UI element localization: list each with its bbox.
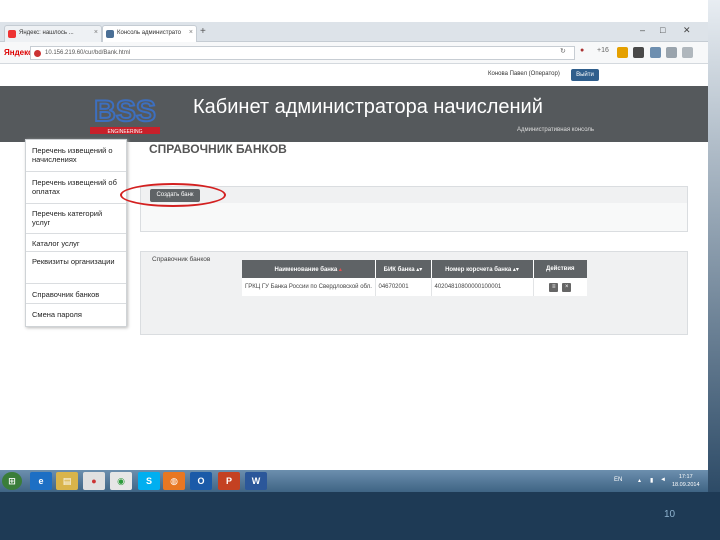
tab-label: Яндекс: нашлось ... bbox=[19, 30, 74, 36]
tab-bar: Яндекс: нашлось ... × Консоль администра… bbox=[0, 22, 708, 42]
downloads-icon[interactable] bbox=[650, 47, 661, 58]
table-header-row: Наименование банка ▴ БИК банка ▴▾ Номер … bbox=[242, 260, 587, 278]
svg-text:ENGINEERING: ENGINEERING bbox=[107, 129, 142, 135]
speed-counter[interactable]: +16 bbox=[597, 47, 609, 54]
bss-logo: BSS ENGINEERING bbox=[86, 91, 164, 135]
row-actions-cell: ≡ × bbox=[533, 278, 587, 296]
minimize-icon[interactable]: – bbox=[640, 25, 645, 35]
page-icon bbox=[106, 30, 114, 38]
powerpoint-icon[interactable]: P bbox=[218, 472, 240, 490]
sort-icon: ▴▾ bbox=[512, 266, 519, 273]
table-row[interactable]: ГРКЦ ГУ Банка России по Свердловской обл… bbox=[242, 278, 587, 296]
sidebar-item-payment-notices[interactable]: Перечень извещений об оплатах bbox=[26, 172, 126, 204]
slide-footer bbox=[0, 492, 720, 540]
sort-icon: ▴ bbox=[338, 266, 342, 273]
settings-icon[interactable] bbox=[666, 47, 677, 58]
bookmark-icon[interactable] bbox=[617, 47, 628, 58]
slide-top-margin bbox=[0, 0, 720, 22]
tray-arrow-icon[interactable]: ▴ bbox=[638, 477, 641, 484]
svg-text:BSS: BSS bbox=[94, 95, 156, 128]
actions-panel-body bbox=[141, 203, 687, 231]
url-field[interactable]: 10.156.219.60/cur/bd/Bank.html bbox=[30, 46, 575, 60]
bank-bik-cell: 046702001 bbox=[375, 278, 432, 296]
outlook-icon[interactable]: O bbox=[190, 472, 212, 490]
chrome-icon[interactable]: ◉ bbox=[110, 472, 132, 490]
highlight-oval bbox=[120, 183, 226, 207]
page-header-subtitle: Административная консоль bbox=[517, 127, 595, 133]
column-header-bik[interactable]: БИК банка ▴▾ bbox=[375, 260, 432, 278]
page-title: СПРАВОЧНИК БАНКОВ bbox=[149, 142, 287, 156]
tab-admin-console[interactable]: Консоль администрато × bbox=[102, 25, 197, 42]
site-icon bbox=[34, 50, 41, 57]
yandex-icon bbox=[8, 30, 16, 38]
sidebar-item-service-catalog[interactable]: Каталог услуг bbox=[26, 234, 126, 252]
start-button[interactable]: ⊞ bbox=[2, 472, 22, 490]
volume-icon[interactable]: ◄ bbox=[660, 477, 666, 483]
tab-yandex[interactable]: Яндекс: нашлось ... × bbox=[4, 25, 102, 42]
tab-label: Консоль администрато bbox=[117, 30, 181, 36]
delete-icon[interactable]: × bbox=[562, 282, 572, 292]
addon-icon[interactable]: ● bbox=[580, 47, 584, 54]
url-text: 10.156.219.60/cur/bd/Bank.html bbox=[45, 50, 131, 56]
sidebar-item-change-password[interactable]: Смена пароля bbox=[26, 304, 126, 326]
address-bar: Яндекс 10.156.219.60/cur/bd/Bank.html ↻ … bbox=[0, 42, 708, 64]
slide-right-decoration bbox=[708, 0, 720, 495]
edit-icon[interactable]: ≡ bbox=[549, 282, 559, 292]
user-bar: Конова Павел (Оператор) Выйти bbox=[0, 65, 708, 86]
new-tab-button[interactable]: + bbox=[200, 26, 206, 37]
column-header-actions: Действия bbox=[533, 260, 587, 278]
current-user: Конова Павел (Оператор) bbox=[488, 71, 560, 77]
yandex-logo[interactable]: Яндекс bbox=[4, 48, 32, 57]
sort-icon: ▴▾ bbox=[416, 266, 423, 273]
extension-icon[interactable] bbox=[633, 47, 644, 58]
sidebar-menu: Перечень извещений о начислениях Перечен… bbox=[25, 139, 127, 327]
bank-name-cell: ГРКЦ ГУ Банка России по Свердловской обл… bbox=[242, 278, 376, 296]
close-window-icon[interactable]: ✕ bbox=[683, 25, 691, 36]
logout-button[interactable]: Выйти bbox=[571, 69, 599, 81]
sidebar-item-service-categories[interactable]: Перечень категорий услуг bbox=[26, 204, 126, 234]
network-icon[interactable]: ▮ bbox=[650, 477, 653, 484]
sidebar-item-accrual-notices[interactable]: Перечень извещений о начислениях bbox=[26, 144, 126, 172]
skype-icon[interactable]: S bbox=[138, 472, 160, 490]
maximize-icon[interactable]: □ bbox=[660, 25, 665, 35]
slide-number: 10 bbox=[664, 509, 676, 520]
reload-icon[interactable]: ↻ bbox=[560, 47, 566, 55]
header-banner: BSS ENGINEERING Кабинет администратора н… bbox=[0, 86, 708, 142]
column-header-name[interactable]: Наименование банка ▴ bbox=[242, 260, 376, 278]
page-header-title: Кабинет администратора начислений bbox=[193, 96, 543, 118]
banks-table: Наименование банка ▴ БИК банка ▴▾ Номер … bbox=[242, 260, 587, 296]
sidebar-item-bank-directory[interactable]: Справочник банков bbox=[26, 284, 126, 304]
explorer-icon[interactable]: ▤ bbox=[56, 472, 78, 490]
system-clock[interactable]: 17:17 18.09.2014 bbox=[672, 473, 700, 489]
language-indicator[interactable]: EN bbox=[614, 477, 622, 483]
media-player-icon[interactable]: ● bbox=[83, 472, 105, 490]
windows-taskbar: ⊞ e ▤ ● ◉ S ◍ O P W EN ▴ ▮ ◄ 17:17 18.09… bbox=[0, 470, 708, 492]
word-icon[interactable]: W bbox=[245, 472, 267, 490]
ie-icon[interactable]: e bbox=[30, 472, 52, 490]
close-tab-icon[interactable]: × bbox=[189, 29, 193, 36]
firefox-icon[interactable]: ◍ bbox=[163, 472, 185, 490]
column-header-account[interactable]: Номер корсчета банка ▴▾ bbox=[431, 260, 534, 278]
bank-account-cell: 40204810800000100001 bbox=[431, 278, 534, 296]
menu-icon[interactable] bbox=[682, 47, 693, 58]
sidebar-item-organization-details[interactable]: Реквизиты организации bbox=[26, 252, 126, 284]
close-tab-icon[interactable]: × bbox=[94, 29, 98, 36]
